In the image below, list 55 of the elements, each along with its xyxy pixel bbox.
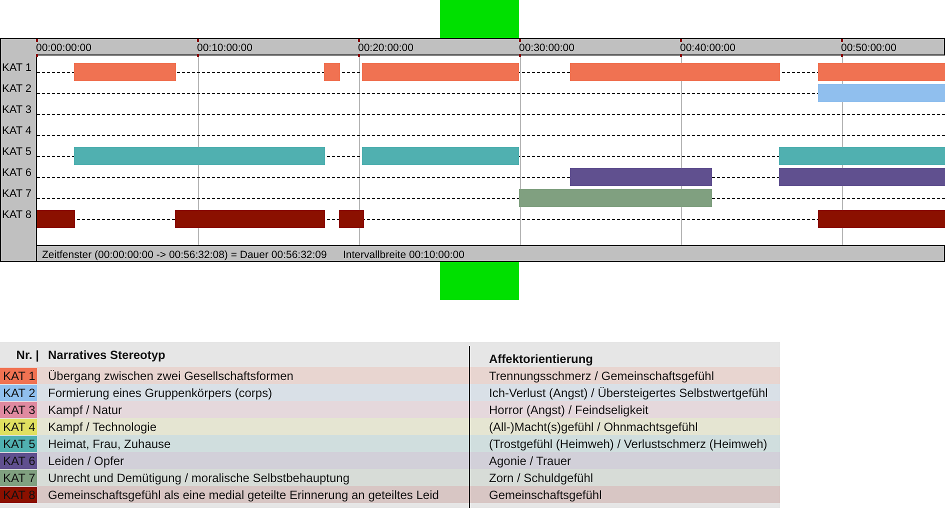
affect-text: Ich-Verlust (Angst) / Übersteigertes Selbstwertgefühl [489,384,768,402]
row-label: KAT 8 [2,209,32,221]
tick-mark [197,54,199,57]
category-badge: KAT 1 [0,368,37,384]
tick-mark [36,54,38,57]
tick-label: 00:00:00:00 [36,42,92,54]
tick-mark [358,39,360,42]
affect-text: Gemeinschaftsgefühl [489,486,602,504]
stereotype-text: Kampf / Natur [48,402,124,418]
row-label: KAT 4 [2,125,32,137]
footer-text: Zeitfenster (00:00:00:00 -> 00:56:32:08) = Dauer 00:56:32:09 [42,249,327,261]
affect-text: Agonie / Trauer [489,452,572,470]
affect-text: (All-)Macht(s)gefühl / Ohnmachtsgefühl [489,418,698,436]
tick-mark [680,54,682,57]
affect-text: Zorn / Schuldgefühl [489,470,594,486]
tick-label: 00:10:00:00 [197,42,252,54]
tick-label: 00:40:00:00 [680,42,736,54]
tick-label: 00:20:00:00 [358,42,414,54]
row-label: KAT 2 [2,83,32,95]
row-label: KAT 1 [2,62,32,74]
affect-text: Horror (Angst) / Feindseligkeit [489,402,648,418]
tick-mark [197,39,199,42]
row-label: KAT 6 [2,167,32,179]
stereotype-text: Kampf / Technologie [48,418,158,436]
tick-mark [841,39,843,42]
column-header: Affektorientierung [489,350,594,368]
row-label: KAT 7 [2,188,32,200]
category-badge: KAT 5 [0,436,37,452]
column-header: Nr. | [16,348,39,362]
stereotype-text: Unrecht und Demütigung / moralische Selbstbehauptung [48,470,351,486]
category-badge: KAT 7 [0,470,37,486]
affect-text: Trennungsschmerz / Gemeinschaftsgefühl [489,368,714,384]
stereotype-text: Gemeinschaftsgefühl als eine medial geteilte Erinnerung an geteiltes Leid [48,486,440,504]
row-label: KAT 5 [2,146,32,158]
category-badge: KAT 4 [0,418,37,434]
stereotype-text: Heimat, Frau, Zuhause [48,436,172,452]
stereotype-text: Leiden / Opfer [48,452,126,470]
tick-mark [680,39,682,42]
category-badge: KAT 3 [0,402,37,418]
category-badge: KAT 6 [0,452,37,468]
affect-text: (Trostgefühl (Heimweh) / Verlustschmerz (Heimweh) [489,436,768,452]
tick-mark [519,39,521,42]
tick-mark [36,39,38,42]
row-label: KAT 3 [2,104,32,116]
tick-mark [519,54,521,57]
category-badge: KAT 2 [0,384,37,400]
tick-label: 00:50:00:00 [841,42,896,54]
tick-label: 00:30:00:00 [519,42,574,54]
tick-mark [841,54,843,57]
column-header: Narratives Stereotyp [48,348,166,362]
footer-text: Intervallbreite 00:10:00:00 [343,249,464,261]
stereotype-text: Übergang zwischen zwei Gesellschaftsformen [48,368,294,384]
category-badge: KAT 8 [0,486,37,502]
stereotype-text: Formierung eines Gruppenkörpers (corps) [48,384,274,402]
tick-mark [358,54,360,57]
